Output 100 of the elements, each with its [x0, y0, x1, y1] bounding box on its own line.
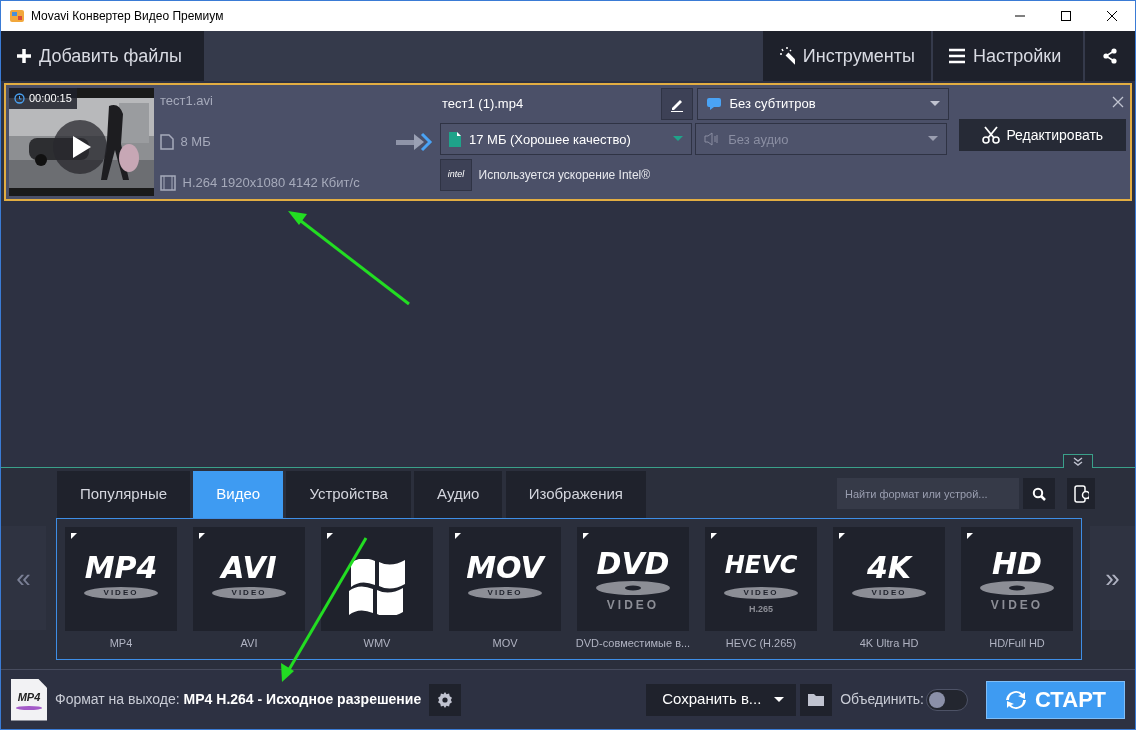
caret-icon [673, 136, 683, 143]
device-search-button[interactable] [1067, 478, 1095, 509]
share-button[interactable] [1085, 31, 1135, 81]
corner-icon [71, 533, 77, 539]
search-icon [1032, 486, 1046, 501]
acceleration-info: Используется ускорение Intel® [478, 166, 651, 184]
format-icon: MP4 [11, 678, 47, 721]
format-tile[interactable]: 4K VIDEO [833, 527, 945, 631]
combine-label: Объединить: [840, 690, 924, 709]
search-field[interactable]: Найти формат или устрой... [837, 478, 1019, 509]
file-icon [449, 131, 461, 147]
phone-search-icon [1073, 483, 1089, 504]
scissors-icon [981, 126, 1000, 144]
corner-icon [583, 533, 589, 539]
output-size-dropdown[interactable]: 17 МБ (Хорошее качество) [440, 123, 692, 156]
source-codec-info: H.264 1920x1080 4142 Кбит/с [182, 174, 360, 193]
badge-label: VIDEO [605, 597, 661, 614]
add-files-button[interactable]: Добавить файлы [1, 31, 204, 81]
folder-button[interactable] [800, 683, 833, 716]
video-badge: VIDEO [724, 587, 798, 599]
close-icon [1112, 95, 1124, 108]
duration-label: 00:00:15 [9, 88, 77, 109]
disc-icon [596, 581, 670, 595]
close-icon [1107, 11, 1117, 21]
speaker-icon [704, 132, 721, 147]
caret-icon [929, 101, 940, 107]
format-subtitle: H.265 [748, 603, 774, 616]
format-label: MP4 [109, 635, 133, 651]
output-file-name: тест1 (1).mp4 [441, 95, 525, 114]
source-file-size: 8 МБ [180, 133, 211, 152]
disc-icon [980, 581, 1054, 595]
format-tile[interactable]: DVD VIDEO [577, 527, 689, 631]
film-icon [160, 175, 176, 191]
format-logo: AVI [218, 553, 278, 583]
magic-wand-icon [779, 46, 795, 66]
format-tile[interactable] [321, 527, 433, 631]
play-button[interactable] [52, 119, 108, 175]
format-tile[interactable]: AVI VIDEO [193, 527, 305, 631]
speech-bubble-icon [705, 97, 722, 111]
format-label: WMV [363, 635, 391, 651]
caret-icon [928, 136, 939, 143]
corner-icon [327, 533, 333, 539]
subtitles-dropdown[interactable]: Без субтитров [696, 88, 949, 120]
settings-button[interactable] [429, 683, 462, 716]
intel-logo: intel [440, 158, 472, 191]
video-badge: VIDEO [468, 587, 542, 599]
format-logo: DVD [595, 549, 671, 579]
share-icon [1102, 48, 1118, 64]
edit-button[interactable]: Редактировать [959, 119, 1126, 151]
format-tile[interactable]: MOV VIDEO [449, 527, 561, 631]
app-logo-icon [9, 8, 25, 24]
combine-toggle[interactable] [926, 688, 968, 711]
video-badge: VIDEO [852, 587, 926, 599]
format-label: MOV [492, 635, 518, 651]
collapse-button[interactable] [1063, 454, 1093, 468]
format-label: HD/Full HD [989, 635, 1045, 651]
audio-dropdown: Без аудио [695, 123, 948, 156]
format-logo: MP4 [83, 553, 159, 583]
format-tile[interactable]: HD VIDEO [961, 527, 1073, 631]
format-label: AVI [240, 635, 258, 651]
maximize-icon [1061, 11, 1071, 21]
video-badge: VIDEO [212, 587, 286, 599]
menu-button[interactable]: Настройки [933, 31, 1083, 81]
corner-icon [455, 533, 461, 539]
video-badge: VIDEO [84, 587, 158, 599]
arrow-icon [394, 132, 434, 152]
refresh-icon [1004, 688, 1027, 711]
clock-icon [14, 92, 25, 104]
format-label: DVD-совместимые в... [575, 635, 691, 651]
format-tab[interactable]: Аудио [414, 471, 503, 518]
format-tab[interactable]: Популярные [57, 471, 191, 518]
search-button[interactable] [1023, 478, 1055, 509]
format-logo: MOV [465, 553, 547, 583]
format-label: HEVC (H.265) [725, 635, 797, 651]
format-tab[interactable]: Изображения [505, 471, 646, 518]
folder-icon [808, 693, 825, 706]
corner-icon [199, 533, 205, 539]
corner-icon [839, 533, 845, 539]
format-tile[interactable]: MP4 VIDEO [65, 527, 177, 631]
windows-logo [349, 559, 407, 615]
format-label: 4K Ultra HD [859, 635, 919, 651]
format-logo: HD [991, 549, 1043, 579]
output-format-text: Формат на выходе: MP4 H.264 - Исходное разрешение [55, 690, 422, 709]
menu-icon [949, 48, 965, 64]
tools-button[interactable]: Инструменты [763, 31, 931, 81]
gear-icon [436, 690, 455, 709]
format-tile[interactable]: HEVC VIDEO H.265 [705, 527, 817, 631]
save-to-dropdown[interactable]: Сохранить в... [646, 683, 797, 716]
file-icon [160, 134, 174, 150]
window-title: Movavi Конвертер Видео Премиум [31, 8, 224, 25]
corner-icon [967, 533, 973, 539]
next-button[interactable]: » [1090, 526, 1135, 630]
plus-icon [17, 49, 31, 63]
format-tab[interactable]: Устройства [286, 471, 411, 518]
corner-icon [711, 533, 717, 539]
format-logo: HEVC [723, 553, 799, 577]
rename-button[interactable] [661, 88, 694, 120]
badge-label: VIDEO [989, 597, 1045, 614]
source-file-name: тест1.avi [160, 92, 214, 111]
format-logo: 4K [865, 553, 914, 583]
